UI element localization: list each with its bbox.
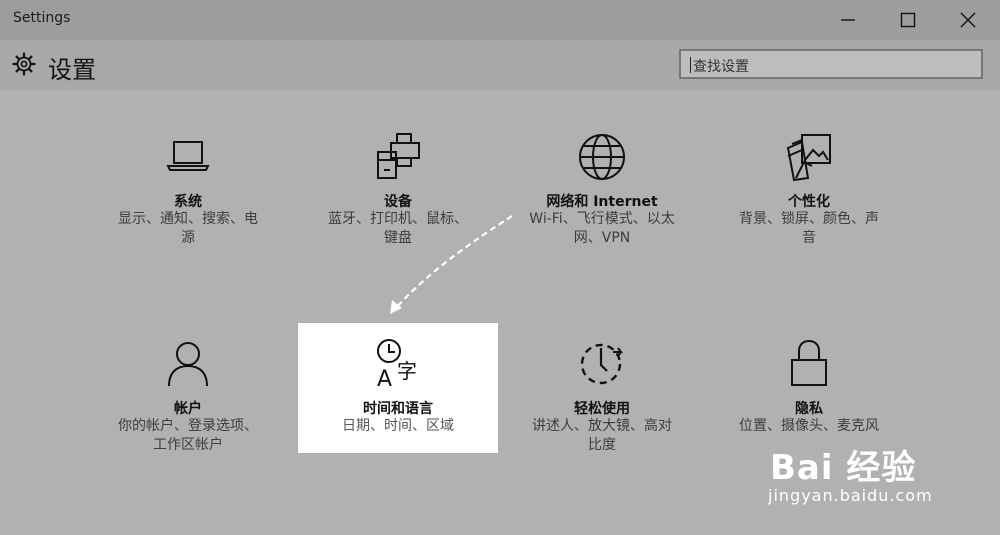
laptop-icon bbox=[166, 141, 210, 171]
watermark-brand: Bai 经验 bbox=[770, 448, 917, 488]
tile-system[interactable]: 系统 显示、通知、搜索、电 源 bbox=[88, 125, 288, 255]
tile-label: 帐户 bbox=[174, 401, 202, 417]
devices-icon bbox=[377, 133, 420, 179]
tile-label: 时间和语言 bbox=[363, 401, 433, 417]
lock-icon bbox=[791, 339, 827, 386]
watermark-url: jingyan.baidu.com bbox=[768, 486, 933, 505]
tile-description: Wi-Fi、飞行模式、以太 网、VPN bbox=[529, 211, 675, 246]
tile-label: 网络和 Internet bbox=[546, 194, 658, 210]
svg-text:字: 字 bbox=[397, 359, 417, 383]
tile-description: 位置、摄像头、麦克风 bbox=[739, 418, 879, 434]
tile-ease-of-access[interactable]: 轻松使用 讲述人、放大镜、高对 比度 bbox=[502, 323, 702, 453]
tile-label: 系统 bbox=[174, 194, 202, 210]
tile-description: 背景、锁屏、颜色、声 音 bbox=[739, 211, 879, 246]
svg-text:A: A bbox=[377, 367, 392, 388]
tile-description: 你的帐户、登录选项、 工作区帐户 bbox=[118, 418, 258, 453]
settings-header: 设置 查找设置 bbox=[0, 40, 1000, 90]
tile-privacy[interactable]: 隐私 位置、摄像头、麦克风 bbox=[709, 323, 909, 453]
tile-network[interactable]: 网络和 Internet Wi-Fi、飞行模式、以太 网、VPN bbox=[502, 125, 702, 255]
close-icon bbox=[960, 12, 976, 28]
tile-accounts[interactable]: 帐户 你的帐户、登录选项、 工作区帐户 bbox=[88, 323, 288, 453]
tile-label: 隐私 bbox=[795, 401, 823, 417]
tile-personalization[interactable]: 个性化 背景、锁屏、颜色、声 音 bbox=[709, 125, 909, 255]
minimize-icon bbox=[841, 19, 855, 21]
tile-label: 个性化 bbox=[788, 194, 830, 210]
close-button[interactable] bbox=[938, 0, 998, 40]
globe-icon bbox=[579, 134, 625, 180]
title-bar: Settings bbox=[0, 0, 1000, 40]
tile-label: 设备 bbox=[384, 194, 412, 210]
search-input[interactable]: 查找设置 bbox=[679, 49, 983, 79]
minimize-button[interactable] bbox=[818, 0, 878, 40]
tile-label: 轻松使用 bbox=[574, 401, 630, 417]
tile-description: 讲述人、放大镜、高对 比度 bbox=[532, 418, 672, 453]
baidu-watermark: Bai 经验 jingyan.baidu.com bbox=[762, 440, 952, 515]
tile-time-language[interactable]: A 字 时间和语言 日期、时间、区域 bbox=[298, 323, 498, 453]
maximize-icon bbox=[900, 12, 916, 28]
window-title: Settings bbox=[13, 10, 71, 26]
gear-icon bbox=[12, 52, 36, 76]
text-caret bbox=[690, 57, 691, 73]
time-language-icon: A 字 bbox=[377, 339, 417, 392]
search-placeholder: 查找设置 bbox=[693, 59, 749, 75]
ease-of-access-icon bbox=[580, 343, 623, 385]
maximize-button[interactable] bbox=[878, 0, 938, 40]
tile-description: 显示、通知、搜索、电 源 bbox=[118, 211, 258, 246]
personalization-icon bbox=[786, 134, 831, 182]
annotation-arrow bbox=[390, 215, 513, 314]
page-title: 设置 bbox=[48, 56, 96, 84]
tile-description: 日期、时间、区域 bbox=[342, 418, 454, 434]
person-icon bbox=[168, 342, 208, 387]
